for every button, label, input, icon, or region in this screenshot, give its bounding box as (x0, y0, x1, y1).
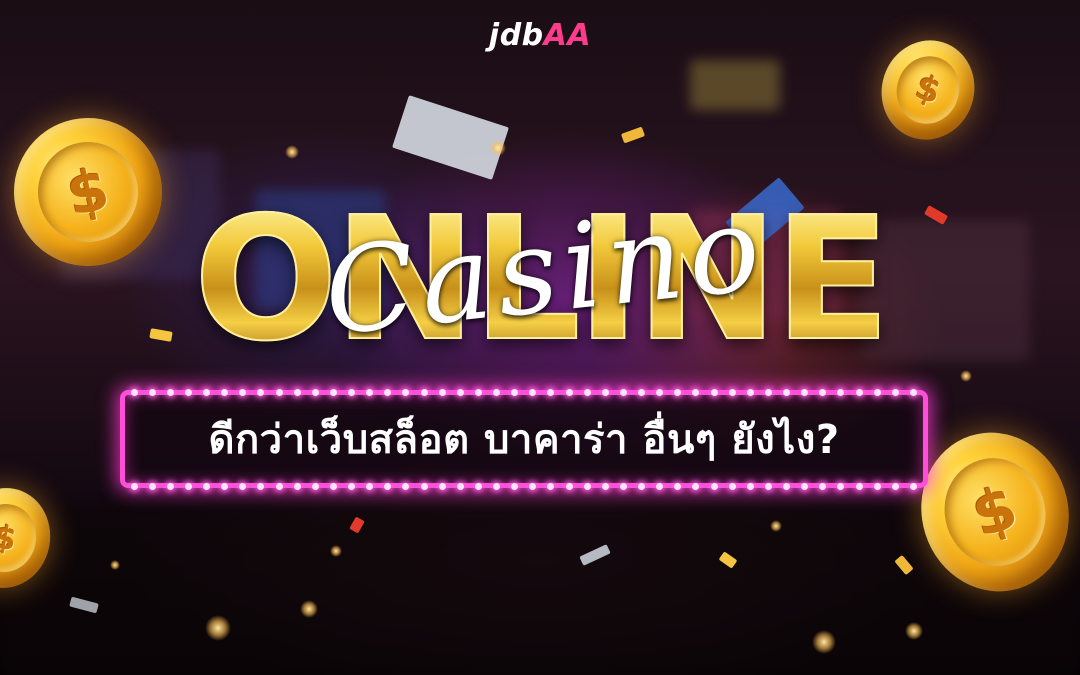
brand-logo: jdbAA (0, 18, 1080, 53)
marquee-bulb (493, 482, 501, 490)
marquee-bulb (619, 482, 627, 490)
sparkle (812, 630, 836, 654)
marquee-bulb (746, 482, 754, 490)
marquee-bulb (819, 482, 827, 490)
marquee-bulb (674, 482, 682, 490)
sparkle (205, 615, 231, 641)
sparkle (330, 545, 342, 557)
coin-symbol: $ (887, 47, 969, 132)
marquee-bulb (293, 482, 301, 490)
marquee-bulb (384, 482, 392, 490)
marquee-bulb (511, 482, 519, 490)
marquee-bulb (909, 482, 917, 490)
marquee-bulb (130, 482, 138, 490)
marquee-bulb (891, 482, 899, 490)
marquee-bulb (257, 482, 265, 490)
sparkle (960, 370, 972, 382)
marquee-bulb (783, 482, 791, 490)
casino-banner: $ $ $ $ jdbAA ONLINE Casino ดีกว่าเว็บสล… (0, 0, 1080, 675)
marquee-bulb (837, 482, 845, 490)
marquee-bulb (348, 482, 356, 490)
marquee-bulb (728, 482, 736, 490)
sparkle (300, 600, 318, 618)
background-screen-shape (690, 60, 780, 110)
marquee-bulb (565, 482, 573, 490)
marquee-bulb (601, 482, 609, 490)
sparkle (490, 140, 506, 156)
marquee-bulb (221, 482, 229, 490)
marquee-bulb (547, 482, 555, 490)
confetti-piece (620, 126, 646, 144)
brand-logo-accent: AA (543, 18, 592, 53)
marquee-bulb (329, 482, 337, 490)
marquee-bulb (583, 482, 591, 490)
marquee-bulb (402, 482, 410, 490)
brand-logo-main: jdb (488, 18, 544, 53)
marquee-bulb (166, 482, 174, 490)
background-floor-shape (0, 505, 1080, 675)
marquee-bulb (474, 482, 482, 490)
marquee-bulb (456, 482, 464, 490)
marquee-bulb (366, 482, 374, 490)
marquee-bulb (764, 482, 772, 490)
marquee-bulb (184, 482, 192, 490)
marquee-bulb (656, 482, 664, 490)
marquee-bulb (438, 482, 446, 490)
coin-symbol: $ (0, 499, 42, 577)
marquee-bulb (801, 482, 809, 490)
marquee-bulb (311, 482, 319, 490)
marquee-bulb (692, 482, 700, 490)
marquee-bulb (420, 482, 428, 490)
marquee-subtitle: ดีกว่าเว็บสล็อต บาคาร่า อื่นๆ ยังไง? (208, 417, 840, 463)
marquee-bulb (710, 482, 718, 490)
marquee-bulb (148, 482, 156, 490)
sparkle (770, 520, 782, 532)
marquee-bulb (638, 482, 646, 490)
marquee-bulb (239, 482, 247, 490)
marquee-bulb (529, 482, 537, 490)
marquee-bulb (873, 482, 881, 490)
marquee-bulb (203, 482, 211, 490)
sparkle (905, 622, 923, 640)
marquee-bulb (855, 482, 863, 490)
marquee-bulbs-bottom (125, 482, 923, 490)
neon-marquee-box: ดีกว่าเว็บสล็อต บาคาร่า อื่นๆ ยังไง? (120, 388, 928, 490)
sparkle (285, 145, 299, 159)
coin-symbol: $ (930, 444, 1060, 580)
marquee-bulb (275, 482, 283, 490)
flying-card (392, 95, 509, 180)
sparkle (110, 560, 120, 570)
